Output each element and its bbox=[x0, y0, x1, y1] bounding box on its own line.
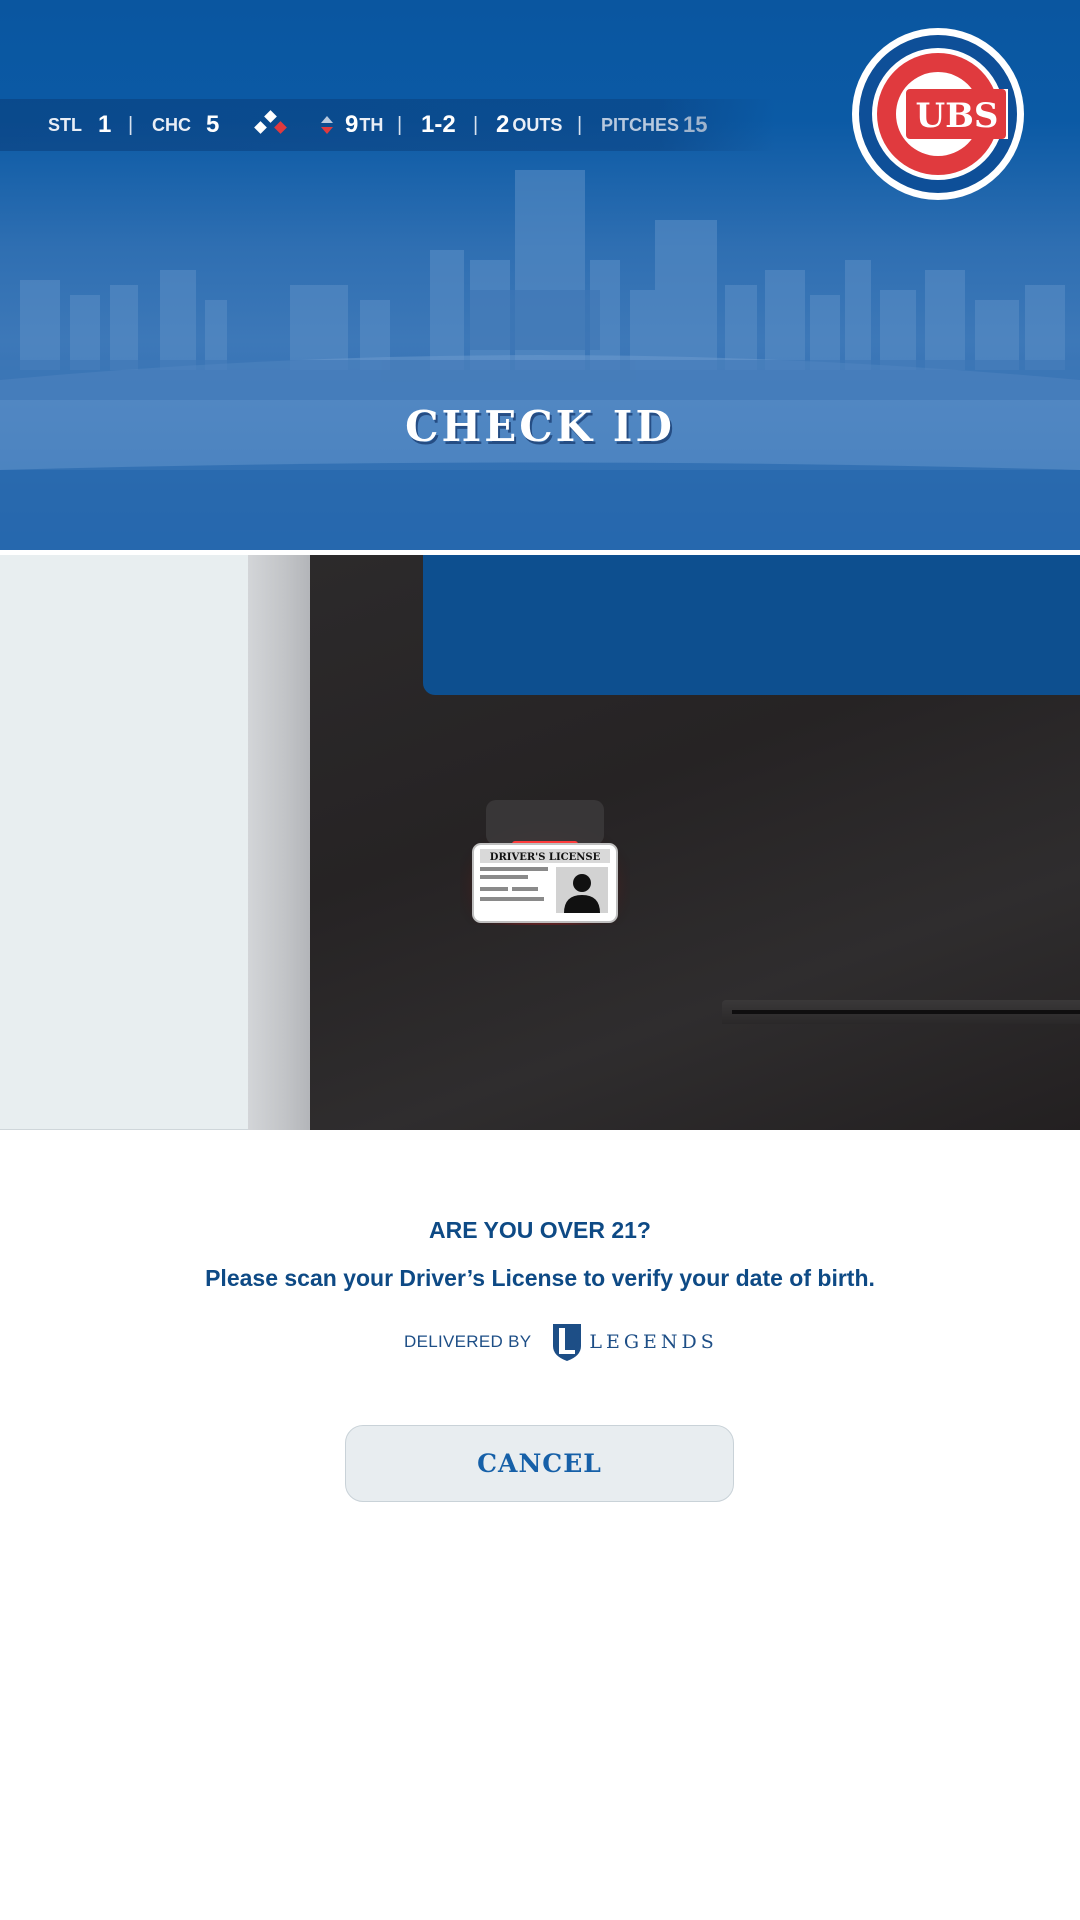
separator: | bbox=[577, 113, 583, 136]
delivered-by-label: DELIVERED BY bbox=[404, 1332, 532, 1351]
scoreboard-bar: STL 1 | CHC 5 9 TH | 1-2 | 2 OUTS | PITC… bbox=[0, 99, 775, 151]
age-question: ARE YOU OVER 21? bbox=[429, 1217, 651, 1243]
kiosk-screen bbox=[423, 555, 1080, 695]
inning-number: 9 bbox=[345, 111, 359, 138]
drivers-license-icon: DRIVER'S LICENSE bbox=[472, 843, 618, 923]
cancel-button[interactable]: CANCEL bbox=[345, 1425, 734, 1502]
separator: | bbox=[473, 113, 479, 136]
separator: | bbox=[128, 113, 134, 136]
inning-suffix: TH bbox=[359, 114, 384, 135]
away-team-score: 1 bbox=[98, 111, 112, 138]
card-slot-opening bbox=[732, 1010, 1080, 1014]
page-title: CHECK ID bbox=[405, 402, 675, 451]
legends-logo-icon bbox=[553, 1324, 582, 1361]
delivered-by: DELIVERED BY LEGENDS bbox=[404, 1322, 718, 1362]
legends-brand-text: LEGENDS bbox=[589, 1331, 718, 1353]
header-banner: STL 1 | CHC 5 9 TH | 1-2 | 2 OUTS | PITC… bbox=[0, 0, 1080, 550]
kiosk-edge bbox=[248, 555, 310, 1130]
pitches-label: PITCHES bbox=[601, 114, 680, 135]
separator: | bbox=[397, 113, 403, 136]
cubs-logo: UBS bbox=[852, 28, 1024, 200]
kiosk-side-panel bbox=[0, 555, 248, 1130]
home-team-label: CHC bbox=[152, 114, 191, 135]
inning-half-icon bbox=[321, 116, 333, 134]
outs-label: OUTS bbox=[512, 114, 563, 135]
license-label: DRIVER'S LICENSE bbox=[490, 852, 601, 863]
scan-instruction: Please scan your Driver’s License to ver… bbox=[205, 1265, 875, 1291]
bases-diamond-icon bbox=[254, 110, 287, 134]
home-team-score: 5 bbox=[206, 111, 220, 138]
logo-text: UBS bbox=[916, 96, 999, 136]
pitches-value: 15 bbox=[683, 112, 708, 137]
outs-number: 2 bbox=[496, 111, 510, 138]
pitch-count: 1-2 bbox=[421, 111, 456, 138]
kiosk-illustration: DRIVER'S LICENSE bbox=[0, 555, 1080, 1130]
cancel-button-label: CANCEL bbox=[477, 1449, 602, 1478]
away-team-label: STL bbox=[48, 114, 82, 135]
